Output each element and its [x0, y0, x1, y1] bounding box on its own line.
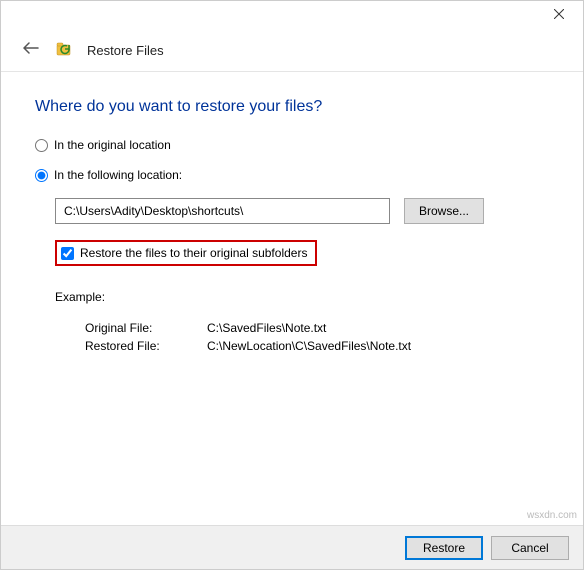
radio-following-label: In the following location: — [54, 168, 182, 182]
back-arrow-icon — [23, 42, 39, 54]
example-header: Example: — [55, 290, 549, 304]
radio-original-location[interactable]: In the original location — [35, 138, 549, 152]
browse-button[interactable]: Browse... — [404, 198, 484, 224]
page-heading: Where do you want to restore your files? — [35, 98, 549, 116]
footer: Restore Cancel — [1, 525, 583, 569]
radio-following-location[interactable]: In the following location: — [35, 168, 549, 182]
close-icon — [554, 9, 564, 19]
restore-subfolders-label: Restore the files to their original subf… — [80, 246, 307, 260]
example-table: Original File: C:\SavedFiles\Note.txt Re… — [83, 318, 413, 356]
header: Restore Files — [1, 31, 583, 72]
example-restored-label: Restored File: — [85, 338, 205, 354]
radio-original-label: In the original location — [54, 138, 171, 152]
close-button[interactable] — [539, 3, 579, 25]
window-title: Restore Files — [87, 43, 164, 58]
cancel-button[interactable]: Cancel — [491, 536, 569, 560]
radio-original-input[interactable] — [35, 139, 48, 152]
example-block: Example: Original File: C:\SavedFiles\No… — [55, 290, 549, 356]
path-input[interactable] — [55, 198, 390, 224]
back-button[interactable] — [19, 39, 43, 61]
restore-subfolders-checkbox[interactable] — [61, 247, 74, 260]
example-row-original: Original File: C:\SavedFiles\Note.txt — [85, 320, 411, 336]
radio-following-input[interactable] — [35, 169, 48, 182]
restore-button[interactable]: Restore — [405, 536, 483, 560]
watermark: wsxdn.com — [527, 510, 577, 521]
example-original-value: C:\SavedFiles\Note.txt — [207, 320, 411, 336]
example-row-restored: Restored File: C:\NewLocation\C\SavedFil… — [85, 338, 411, 354]
path-row: Browse... — [55, 198, 549, 224]
example-restored-value: C:\NewLocation\C\SavedFiles\Note.txt — [207, 338, 411, 354]
titlebar — [1, 1, 583, 31]
restore-subfolders-checkbox-row[interactable]: Restore the files to their original subf… — [55, 240, 317, 266]
content-area: Where do you want to restore your files?… — [1, 72, 583, 372]
restore-files-icon — [55, 40, 75, 60]
example-original-label: Original File: — [85, 320, 205, 336]
